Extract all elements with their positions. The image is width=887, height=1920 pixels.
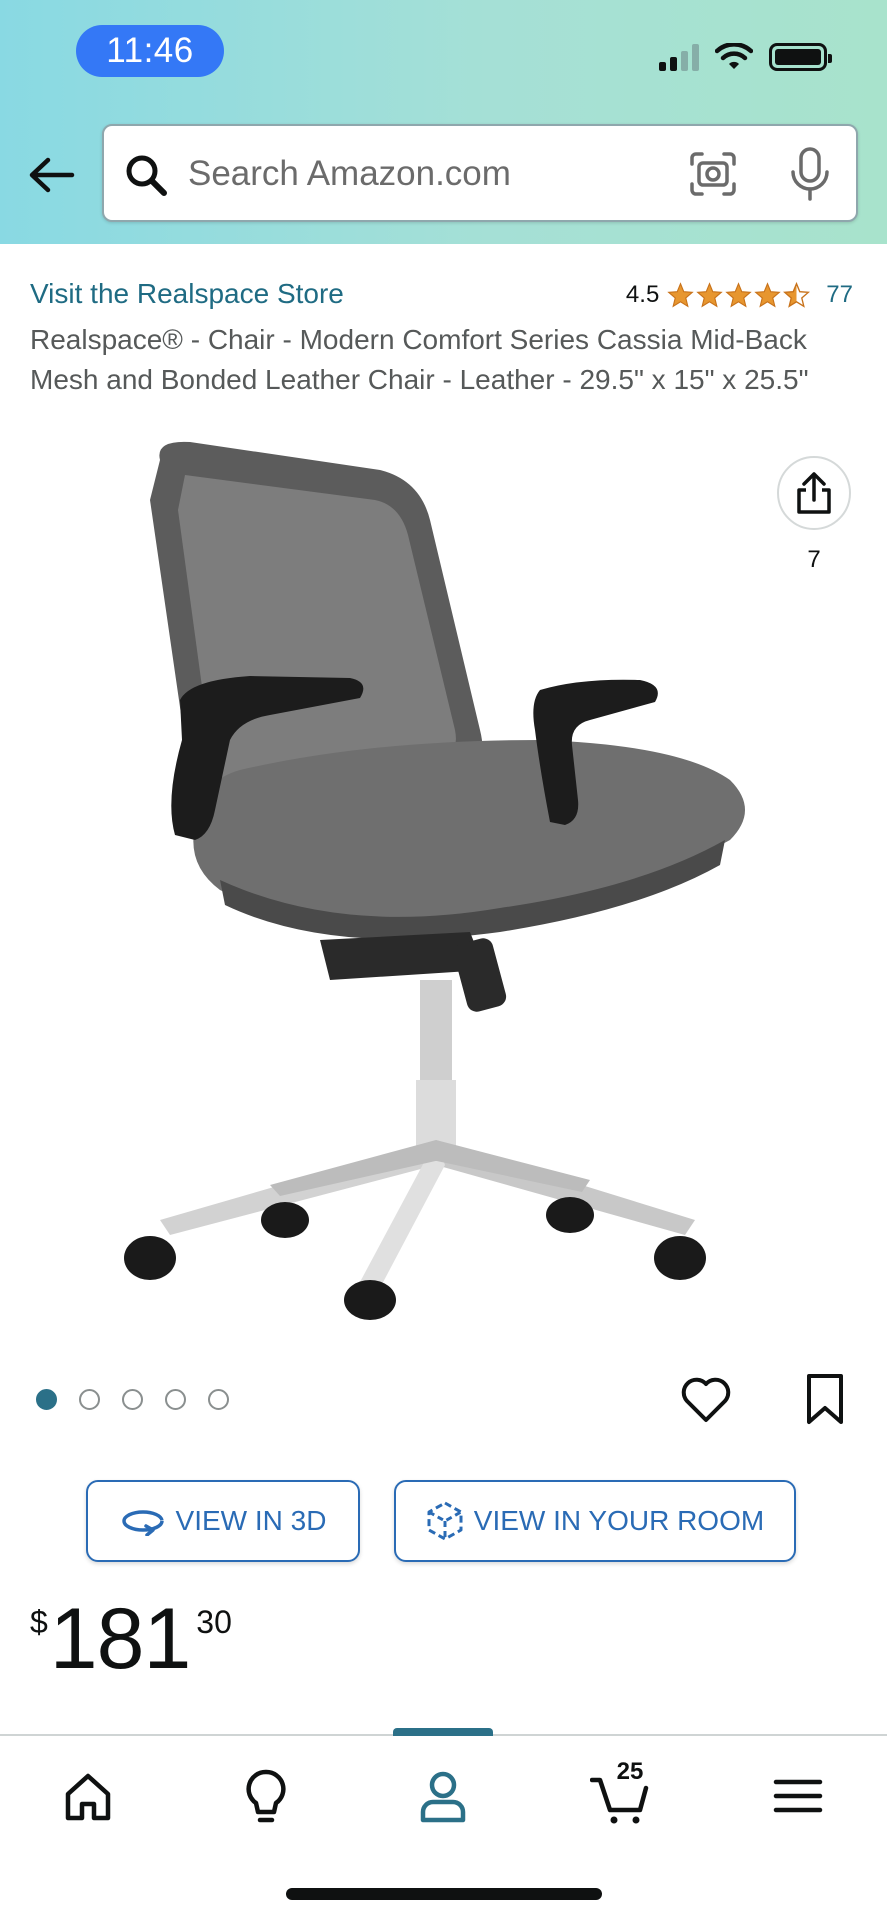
active-tab-indicator [393, 1728, 493, 1736]
home-indicator [286, 1888, 602, 1900]
price-currency-symbol: $ [30, 1604, 48, 1640]
cellular-signal-icon [659, 43, 699, 71]
share-button[interactable] [777, 456, 851, 530]
search-bar[interactable] [102, 124, 858, 222]
view-in-3d-label: VIEW IN 3D [175, 1505, 327, 1536]
back-arrow-icon[interactable] [24, 150, 80, 200]
cart-count-badge: 25 [616, 1758, 644, 1785]
image-carousel-dots[interactable] [36, 1389, 229, 1410]
price-whole: 181 [49, 1591, 191, 1687]
price: $ 181 30 [30, 1596, 232, 1682]
microphone-icon[interactable] [788, 146, 832, 202]
lightbulb-icon[interactable] [236, 1766, 296, 1826]
home-icon[interactable] [58, 1766, 118, 1826]
account-icon[interactable] [413, 1766, 473, 1826]
search-input[interactable] [188, 146, 658, 202]
carousel-dot[interactable] [36, 1389, 57, 1410]
rating-count[interactable]: 77 [826, 281, 853, 309]
view-in-3d-button[interactable]: VIEW IN 3D [86, 1480, 360, 1562]
camera-scan-icon[interactable] [688, 150, 738, 198]
star-icon [754, 281, 781, 307]
star-icon [725, 281, 752, 307]
carousel-dot[interactable] [165, 1389, 186, 1410]
carousel-dot[interactable] [208, 1389, 229, 1410]
rotate-3d-icon [121, 1510, 164, 1536]
battery-icon [769, 43, 832, 71]
rating-stars [667, 281, 811, 309]
view-in-your-room-label: VIEW IN YOUR ROOM [473, 1505, 765, 1536]
menu-icon[interactable] [768, 1766, 828, 1826]
bookmark-icon[interactable] [804, 1372, 846, 1426]
search-icon[interactable] [124, 153, 168, 197]
status-time: 11:46 [76, 25, 224, 77]
rating-value: 4.5 [625, 281, 660, 308]
rating-summary[interactable]: 4.5 77 [626, 281, 853, 309]
app-header: 11:46 [0, 0, 887, 244]
bottom-nav: 25 [0, 1728, 887, 1920]
carousel-dot[interactable] [79, 1389, 100, 1410]
share-count: 7 [807, 546, 821, 573]
star-icon [696, 281, 723, 307]
price-fraction: 30 [196, 1604, 232, 1640]
share-icon [797, 472, 831, 514]
ar-cube-icon [427, 1501, 463, 1541]
store-link[interactable]: Visit the Realspace Store [30, 278, 344, 310]
product-title: Realspace® - Chair - Modern Comfort Seri… [30, 324, 809, 395]
wifi-icon [715, 43, 753, 69]
status-icons [659, 40, 832, 74]
heart-icon[interactable] [680, 1374, 732, 1424]
half-star-icon [783, 281, 811, 308]
product-image[interactable] [120, 440, 770, 1320]
star-icon [667, 281, 694, 307]
carousel-dot[interactable] [122, 1389, 143, 1410]
view-in-your-room-button[interactable]: VIEW IN YOUR ROOM [394, 1480, 796, 1562]
